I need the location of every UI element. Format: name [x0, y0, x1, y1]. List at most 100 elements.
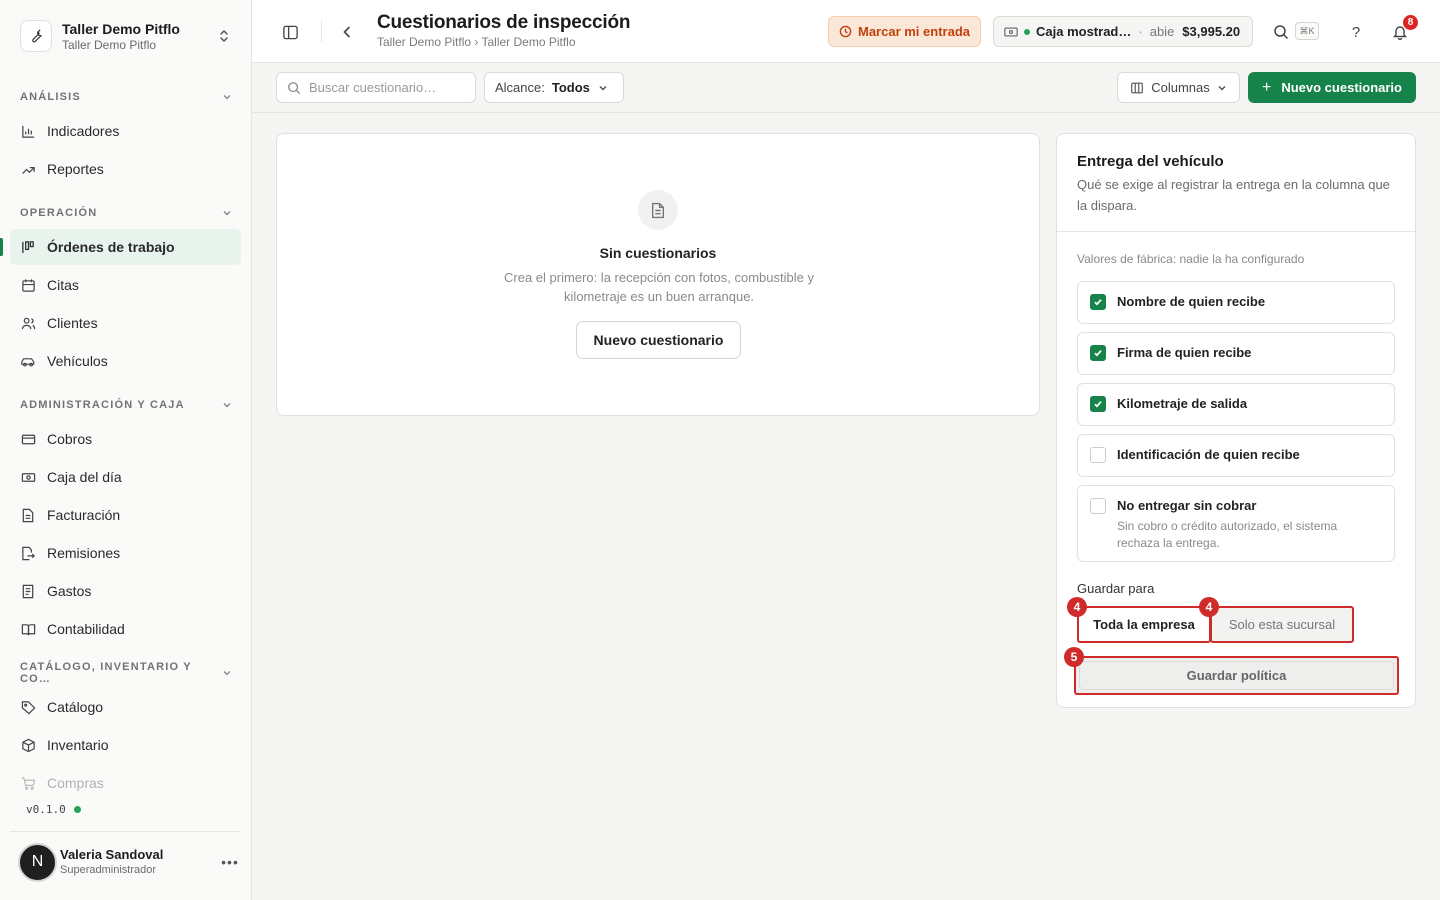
cash-icon [20, 469, 36, 485]
register-name: Caja mostrad… [1036, 24, 1132, 39]
checkbox-unchecked[interactable] [1090, 498, 1106, 514]
wrench-icon [20, 20, 52, 52]
delivery-policy-panel: Entrega del vehículo Qué se exige al reg… [1056, 133, 1416, 708]
sidebar-item-label: Gastos [47, 583, 92, 599]
sidebar-item-indicadores[interactable]: Indicadores [10, 113, 241, 149]
header: Cuestionarios de inspección Taller Demo … [252, 0, 1440, 63]
sidebar-item-vehiculos[interactable]: Vehículos [10, 343, 241, 379]
search-icon [288, 81, 301, 94]
sidebar-item-label: Reportes [47, 161, 104, 177]
user-role: Superadministrador [60, 864, 156, 876]
sidebar-item-label: Compras [47, 775, 104, 791]
more-horizontal-icon[interactable]: ••• [220, 854, 240, 870]
sidebar-item-label: Citas [47, 277, 79, 293]
users-icon [20, 315, 36, 331]
cart-icon [20, 775, 36, 791]
section-operacion[interactable]: OPERACIÓN [20, 203, 232, 223]
sidebar-item-citas[interactable]: Citas [10, 267, 241, 303]
org-name: Taller Demo Pitflo [62, 20, 180, 37]
columns-button[interactable]: Columnas [1117, 72, 1240, 103]
sidebar-item-clientes[interactable]: Clientes [10, 305, 241, 341]
scope-filter[interactable]: Alcance: Todos [484, 72, 624, 103]
factory-defaults-note: Valores de fábrica: nadie la ha configur… [1077, 252, 1305, 266]
section-analisis[interactable]: ANÁLISIS [20, 87, 232, 107]
annotation-marker: 5 [1064, 647, 1084, 667]
option-receiver-signature[interactable]: Firma de quien recibe [1077, 332, 1395, 375]
sidebar-toggle-icon[interactable] [276, 18, 304, 46]
option-no-delivery-without-payment[interactable]: No entregar sin cobrar Sin cobro o crédi… [1077, 485, 1395, 562]
option-hint: Sin cobro o crédito autorizado, el siste… [1117, 519, 1338, 550]
register-separator: · [1138, 24, 1143, 39]
org-switcher[interactable]: Taller Demo Pitflo Taller Demo Pitflo [10, 10, 242, 62]
scope-value: Todos [551, 80, 590, 95]
checkbox-checked[interactable] [1090, 396, 1106, 412]
search-box [276, 72, 476, 103]
user-menu[interactable]: N Valeria Sandoval Superadministrador ••… [18, 842, 240, 882]
sidebar-item-cobros[interactable]: Cobros [10, 421, 241, 457]
sidebar-item-gastos[interactable]: Gastos [10, 573, 241, 609]
columns-label: Columnas [1151, 80, 1210, 95]
sidebar-item-caja[interactable]: Caja del día [10, 459, 241, 495]
chevron-down-icon [223, 403, 231, 408]
active-indicator [0, 238, 3, 256]
register-status: abie [1149, 24, 1175, 39]
file-icon [20, 507, 36, 523]
chevron-up-down-icon [216, 28, 232, 44]
clock-icon [839, 25, 852, 38]
sidebar-item-label: Vehículos [47, 353, 108, 369]
help-icon[interactable]: ? [1342, 18, 1370, 46]
sidebar-item-facturacion[interactable]: Facturación [10, 497, 241, 533]
org-subtitle: Taller Demo Pitflo [62, 37, 157, 52]
checkbox-checked[interactable] [1090, 294, 1106, 310]
sidebar-item-label: Órdenes de trabajo [47, 239, 175, 255]
new-questionnaire-button[interactable]: + Nuevo cuestionario [1248, 72, 1416, 103]
clock-in-button[interactable]: Marcar mi entrada [828, 16, 981, 47]
search-icon[interactable] [1267, 18, 1295, 46]
back-chevron-icon[interactable] [333, 18, 361, 46]
scope-company-button[interactable]: Toda la empresa [1077, 606, 1211, 643]
empty-state-new-button[interactable]: Nuevo cuestionario [576, 321, 741, 359]
panel-subtitle: Qué se exige al registrar la entrega en … [1077, 177, 1390, 213]
chevron-down-icon [223, 211, 231, 216]
checkbox-checked[interactable] [1090, 345, 1106, 361]
avatar: N [18, 842, 57, 882]
sidebar-item-reportes[interactable]: Reportes [10, 151, 241, 187]
sidebar-item-ordenes[interactable]: Órdenes de trabajo [10, 229, 241, 265]
sidebar-item-compras[interactable]: Compras [10, 765, 241, 801]
trend-up-icon [20, 161, 36, 177]
section-label: CATÁLOGO, INVENTARIO Y CO… [20, 661, 192, 685]
book-icon [20, 621, 36, 637]
sidebar-item-remisiones[interactable]: Remisiones [10, 535, 241, 571]
notification-badge: 8 [1402, 14, 1419, 31]
save-policy-button[interactable]: Guardar política [1074, 656, 1399, 695]
section-label: ADMINISTRACIÓN Y CAJA [20, 399, 185, 411]
document-icon [638, 190, 678, 230]
sidebar-item-contabilidad[interactable]: Contabilidad [10, 611, 241, 647]
receipt-icon [20, 583, 36, 599]
columns-icon [1130, 81, 1144, 95]
scope-label: Alcance: [495, 80, 545, 95]
section-administracion[interactable]: ADMINISTRACIÓN Y CAJA [20, 395, 232, 415]
page-title: Cuestionarios de inspección [377, 12, 631, 33]
section-catalogo[interactable]: CATÁLOGO, INVENTARIO Y CO… [20, 661, 232, 685]
breadcrumb: Taller Demo Pitflo › Taller Demo Pitflo [377, 35, 576, 49]
cash-icon [1004, 26, 1018, 38]
checkbox-unchecked[interactable] [1090, 447, 1106, 463]
scope-branch-button[interactable]: Solo esta sucursal [1210, 606, 1354, 643]
sidebar-item-catalogo[interactable]: Catálogo [10, 689, 241, 725]
app-version: v0.1.0 [26, 803, 81, 816]
cash-register-selector[interactable]: Caja mostrad… · abie $3,995.20 [993, 16, 1253, 47]
option-receiver-name[interactable]: Nombre de quien recibe [1077, 281, 1395, 324]
sidebar-item-label: Inventario [47, 737, 109, 753]
kanban-icon [20, 239, 36, 255]
chevron-down-icon [1217, 83, 1227, 93]
option-exit-mileage[interactable]: Kilometraje de salida [1077, 383, 1395, 426]
section-label: OPERACIÓN [20, 207, 98, 219]
new-questionnaire-label: Nuevo cuestionario [1281, 80, 1402, 95]
search-input[interactable] [309, 80, 459, 95]
register-amount: $3,995.20 [1182, 24, 1241, 39]
option-label: Identificación de quien recibe [1117, 447, 1300, 462]
option-receiver-id[interactable]: Identificación de quien recibe [1077, 434, 1395, 477]
sidebar-item-inventario[interactable]: Inventario [10, 727, 241, 763]
clock-in-label: Marcar mi entrada [858, 24, 970, 39]
